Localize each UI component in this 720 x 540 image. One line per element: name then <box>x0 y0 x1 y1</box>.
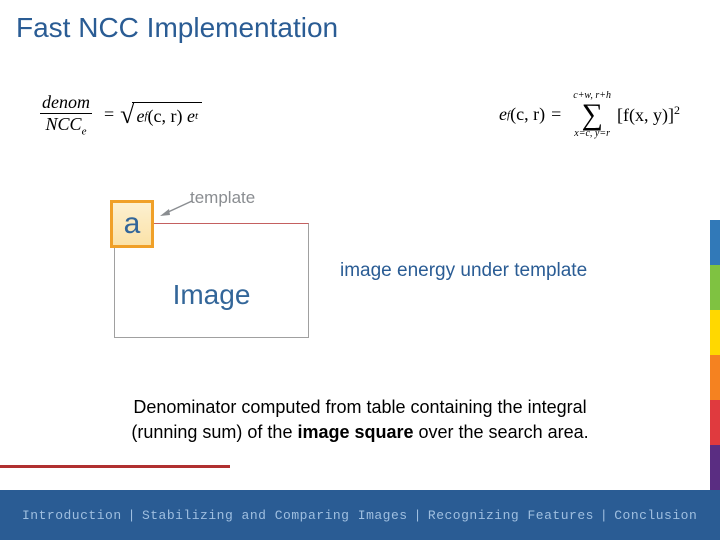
strip-segment <box>710 445 720 490</box>
sqrt-expression: √ ef(c, r) et <box>120 102 202 128</box>
frac-denominator: NCCe <box>44 114 89 138</box>
template-label: template <box>190 188 255 208</box>
frac-numerator: denom <box>40 92 92 113</box>
formula-denom: denom NCCe = √ ef(c, r) et <box>40 92 202 138</box>
formula-energy: ef(c, r) = c+w, r+h ∑ x=c, y=r [f(x, y)]… <box>499 90 680 139</box>
strip-segment <box>710 220 720 265</box>
accent-rule <box>0 465 230 468</box>
body-description: Denominator computed from table containi… <box>60 395 660 445</box>
template-letter: a <box>124 207 141 241</box>
right-color-strip <box>710 220 720 490</box>
summation: c+w, r+h ∑ x=c, y=r <box>573 90 611 139</box>
footer-item: Introduction <box>22 508 122 523</box>
footer-item: Recognizing Features <box>428 508 594 523</box>
template-image-diagram: Image a template <box>110 188 320 338</box>
strip-segment <box>710 310 720 355</box>
arrow-icon <box>160 199 194 217</box>
page-title: Fast NCC Implementation <box>16 12 338 44</box>
footer-item: Stabilizing and Comparing Images <box>142 508 408 523</box>
formula-row: denom NCCe = √ ef(c, r) et ef(c, r) = c+… <box>40 90 680 139</box>
footer-item: Conclusion <box>614 508 697 523</box>
caption-energy: image energy under template <box>340 260 587 282</box>
footer-separator: | <box>414 508 422 523</box>
image-label: Image <box>173 279 251 311</box>
strip-segment <box>710 400 720 445</box>
strip-segment <box>710 355 720 400</box>
template-box: a <box>110 200 154 248</box>
footer-separator: | <box>600 508 608 523</box>
strip-segment <box>710 265 720 310</box>
equals-sign: = <box>104 104 114 125</box>
footer-nav: Introduction | Stabilizing and Comparing… <box>0 490 720 540</box>
footer-separator: | <box>128 508 136 523</box>
